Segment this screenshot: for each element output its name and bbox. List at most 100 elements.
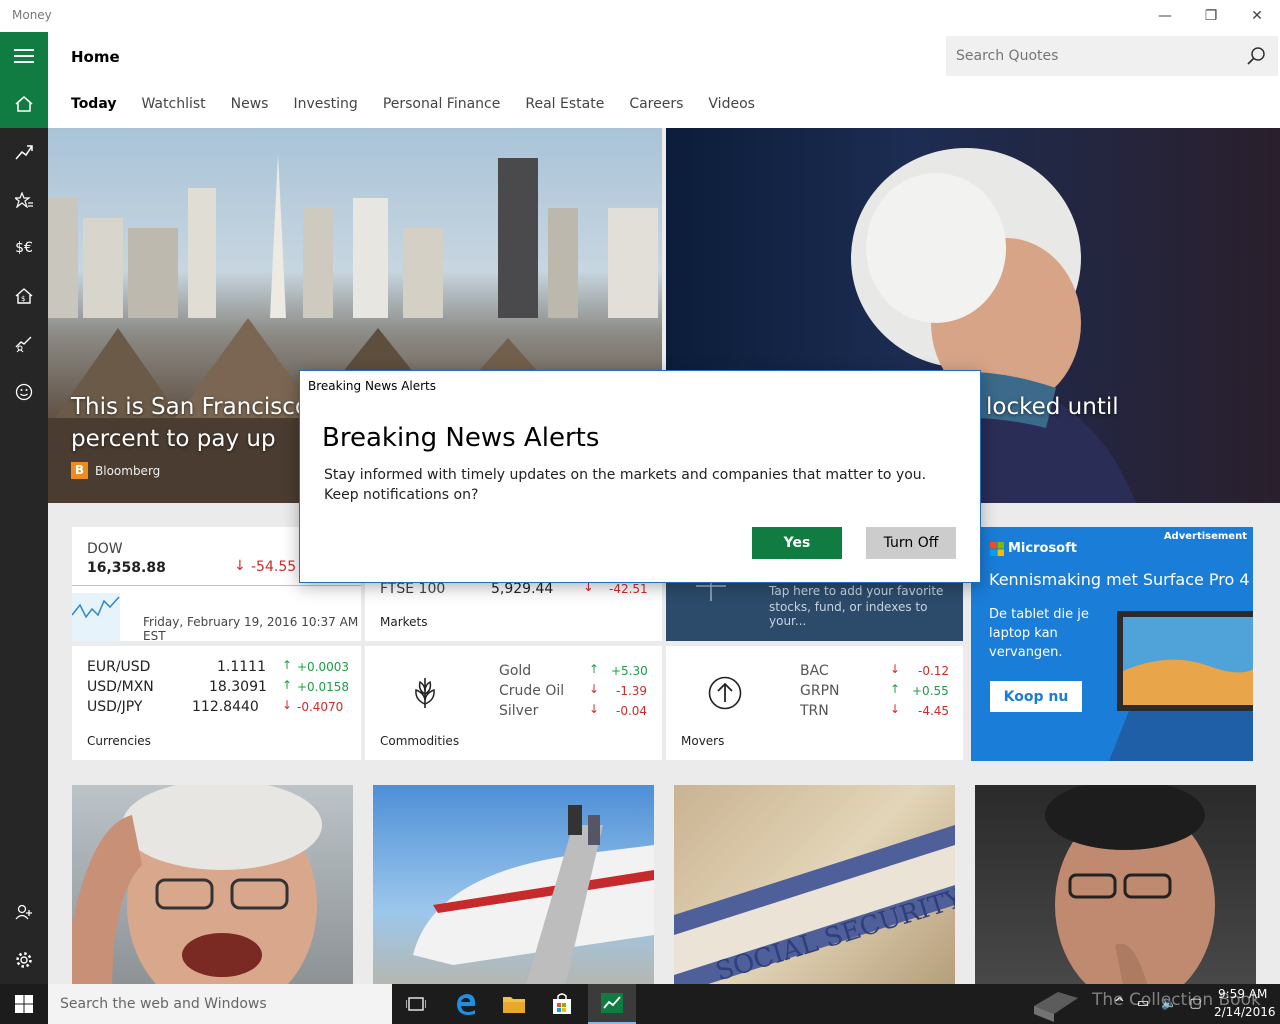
hamburger-icon <box>14 49 34 63</box>
add-user-icon <box>15 904 32 920</box>
commodity-change-3: -0.04 <box>616 704 648 718</box>
edge-button[interactable] <box>442 984 490 1024</box>
currency-name-3: USD/JPY <box>87 699 143 715</box>
tab-videos[interactable]: Videos <box>708 96 755 112</box>
search-box[interactable] <box>946 36 1278 76</box>
nav-feedback[interactable] <box>0 368 48 416</box>
tab-personal-finance[interactable]: Personal Finance <box>383 96 501 112</box>
currency-change-1: +0.0003 <box>297 660 350 674</box>
currency-value-2: 18.3091 <box>209 679 267 695</box>
taskbar: Search the web and Windows The Collectio… <box>0 984 1280 1024</box>
movers-tile[interactable]: BAC ↓ -0.12 GRPN ↑ +0.55 TRN ↓ -4.45 Mov… <box>666 646 963 760</box>
article-thumb-3[interactable]: SOCIAL SECURITY <box>674 785 955 984</box>
nav-retirement[interactable] <box>0 320 48 368</box>
taskbar-search[interactable]: Search the web and Windows <box>48 984 392 1024</box>
nav-account[interactable] <box>0 888 48 936</box>
clock-time[interactable]: 9:59 AM <box>1218 987 1267 1001</box>
nav-mortgage[interactable]: $ <box>0 272 48 320</box>
article-thumb-4[interactable] <box>975 785 1256 984</box>
surface-device-image <box>1109 611 1253 761</box>
restore-icon: ❐ <box>1204 8 1218 24</box>
ad-tag: Advertisement <box>1163 531 1247 542</box>
dialog-body: Stay informed with timely updates on the… <box>324 465 944 505</box>
nav-watchlist[interactable] <box>0 176 48 224</box>
hero-left-source-name: Bloomberg <box>95 463 161 478</box>
taskbar-search-placeholder: Search the web and Windows <box>60 996 267 1012</box>
ftse-value: 5,929.44 <box>491 581 554 597</box>
search-icon[interactable] <box>1246 46 1266 66</box>
nav-home[interactable] <box>0 80 48 128</box>
tab-careers[interactable]: Careers <box>629 96 683 112</box>
article-thumb-2[interactable] <box>373 785 654 984</box>
commodity-name-1: Gold <box>499 663 532 679</box>
currency-icon: $€ <box>15 240 33 256</box>
tab-today[interactable]: Today <box>71 96 116 112</box>
dow-name: DOW <box>87 541 123 557</box>
arrow-up-circle-icon <box>708 676 742 710</box>
dow-date: Friday, February 19, 2016 10:37 AM EST <box>143 615 359 643</box>
commodity-down-arrow-icon: ↓ <box>589 682 600 696</box>
tab-investing[interactable]: Investing <box>293 96 357 112</box>
nav-currencies[interactable]: $€ <box>0 224 48 272</box>
tab-real-estate[interactable]: Real Estate <box>525 96 604 112</box>
notification-icon[interactable]: ▢ <box>1189 996 1201 1011</box>
yes-button[interactable]: Yes <box>752 527 842 559</box>
clock-date[interactable]: 2/14/2016 <box>1214 1005 1276 1019</box>
currency-change-2: +0.0158 <box>297 680 350 694</box>
close-button[interactable]: ✕ <box>1234 0 1280 32</box>
restore-button[interactable]: ❐ <box>1188 0 1234 32</box>
money-app-icon <box>601 993 623 1013</box>
article-thumb-1[interactable] <box>72 785 353 984</box>
volume-icon[interactable]: 🔈 <box>1161 996 1177 1011</box>
tab-watchlist[interactable]: Watchlist <box>141 96 205 112</box>
trader-photo <box>1045 785 1215 984</box>
trend-icon <box>15 145 33 160</box>
tab-news[interactable]: News <box>231 96 269 112</box>
hamburger-button[interactable] <box>0 32 48 80</box>
currency-name-1: EUR/USD <box>87 659 151 675</box>
store-button[interactable] <box>538 984 586 1024</box>
house-money-icon: $ <box>15 288 33 304</box>
nav-settings[interactable] <box>0 936 48 984</box>
title-bar: Money — ❐ ✕ <box>0 0 1280 32</box>
hero-left-source: B Bloomberg <box>71 462 160 479</box>
mover-name-2: GRPN <box>800 683 840 699</box>
currencies-tile[interactable]: EUR/USD 1.1111 ↑ +0.0003 USD/MXN 18.3091… <box>72 646 361 760</box>
task-view-button[interactable] <box>392 984 440 1024</box>
mover-down-arrow-icon: ↓ <box>890 702 901 716</box>
mover-name-3: TRN <box>800 703 829 719</box>
chevron-up-icon[interactable]: ^ <box>1114 996 1125 1011</box>
app-title: Money <box>12 8 52 22</box>
currency-name-2: USD/MXN <box>87 679 154 695</box>
add-watchlist-text-2: stocks, fund, or indexes to your... <box>769 600 928 628</box>
turn-off-button[interactable]: Turn Off <box>866 527 956 559</box>
task-view-icon <box>406 997 426 1011</box>
minimize-button[interactable]: — <box>1142 0 1188 32</box>
hero-right-title[interactable]: locked until <box>986 391 1119 423</box>
tab-bar: Today Watchlist News Investing Personal … <box>71 96 780 112</box>
advertisement[interactable]: Advertisement Microsoft Kennismaking met… <box>971 527 1253 761</box>
file-explorer-button[interactable] <box>490 984 538 1024</box>
ad-cta-button[interactable]: Koop nu <box>990 681 1082 712</box>
microsoft-logo-icon <box>990 542 1004 556</box>
add-watchlist-text-1: Tap here to add your favorite <box>769 584 944 598</box>
book-watermark-icon <box>1034 992 1078 1022</box>
hero-left-title[interactable]: This is San Francisco's percent to pay u… <box>71 391 327 455</box>
mover-down-arrow-icon: ↓ <box>890 662 901 676</box>
dow-sparkline <box>72 593 120 641</box>
currency-up-arrow-icon: ↑ <box>282 678 293 692</box>
commodities-tile[interactable]: Gold ↑ +5.30 Crude Oil ↓ -1.39 Silver ↓ … <box>365 646 662 760</box>
start-button[interactable] <box>0 984 48 1024</box>
money-app-button[interactable] <box>588 984 636 1024</box>
search-input[interactable] <box>956 36 1236 76</box>
nav-markets[interactable] <box>0 128 48 176</box>
currencies-label: Currencies <box>87 734 151 748</box>
commodity-name-3: Silver <box>499 703 539 719</box>
folder-icon <box>503 997 525 1013</box>
network-icon[interactable]: ▭ <box>1137 996 1149 1011</box>
mover-change-1: -0.12 <box>918 664 950 678</box>
ad-body-3: vervangen. <box>989 645 1063 660</box>
currency-value-1: 1.1111 <box>217 659 266 675</box>
hero-left-title-line2: percent to pay up <box>71 426 276 452</box>
currency-change-3: -0.4070 <box>297 700 344 714</box>
